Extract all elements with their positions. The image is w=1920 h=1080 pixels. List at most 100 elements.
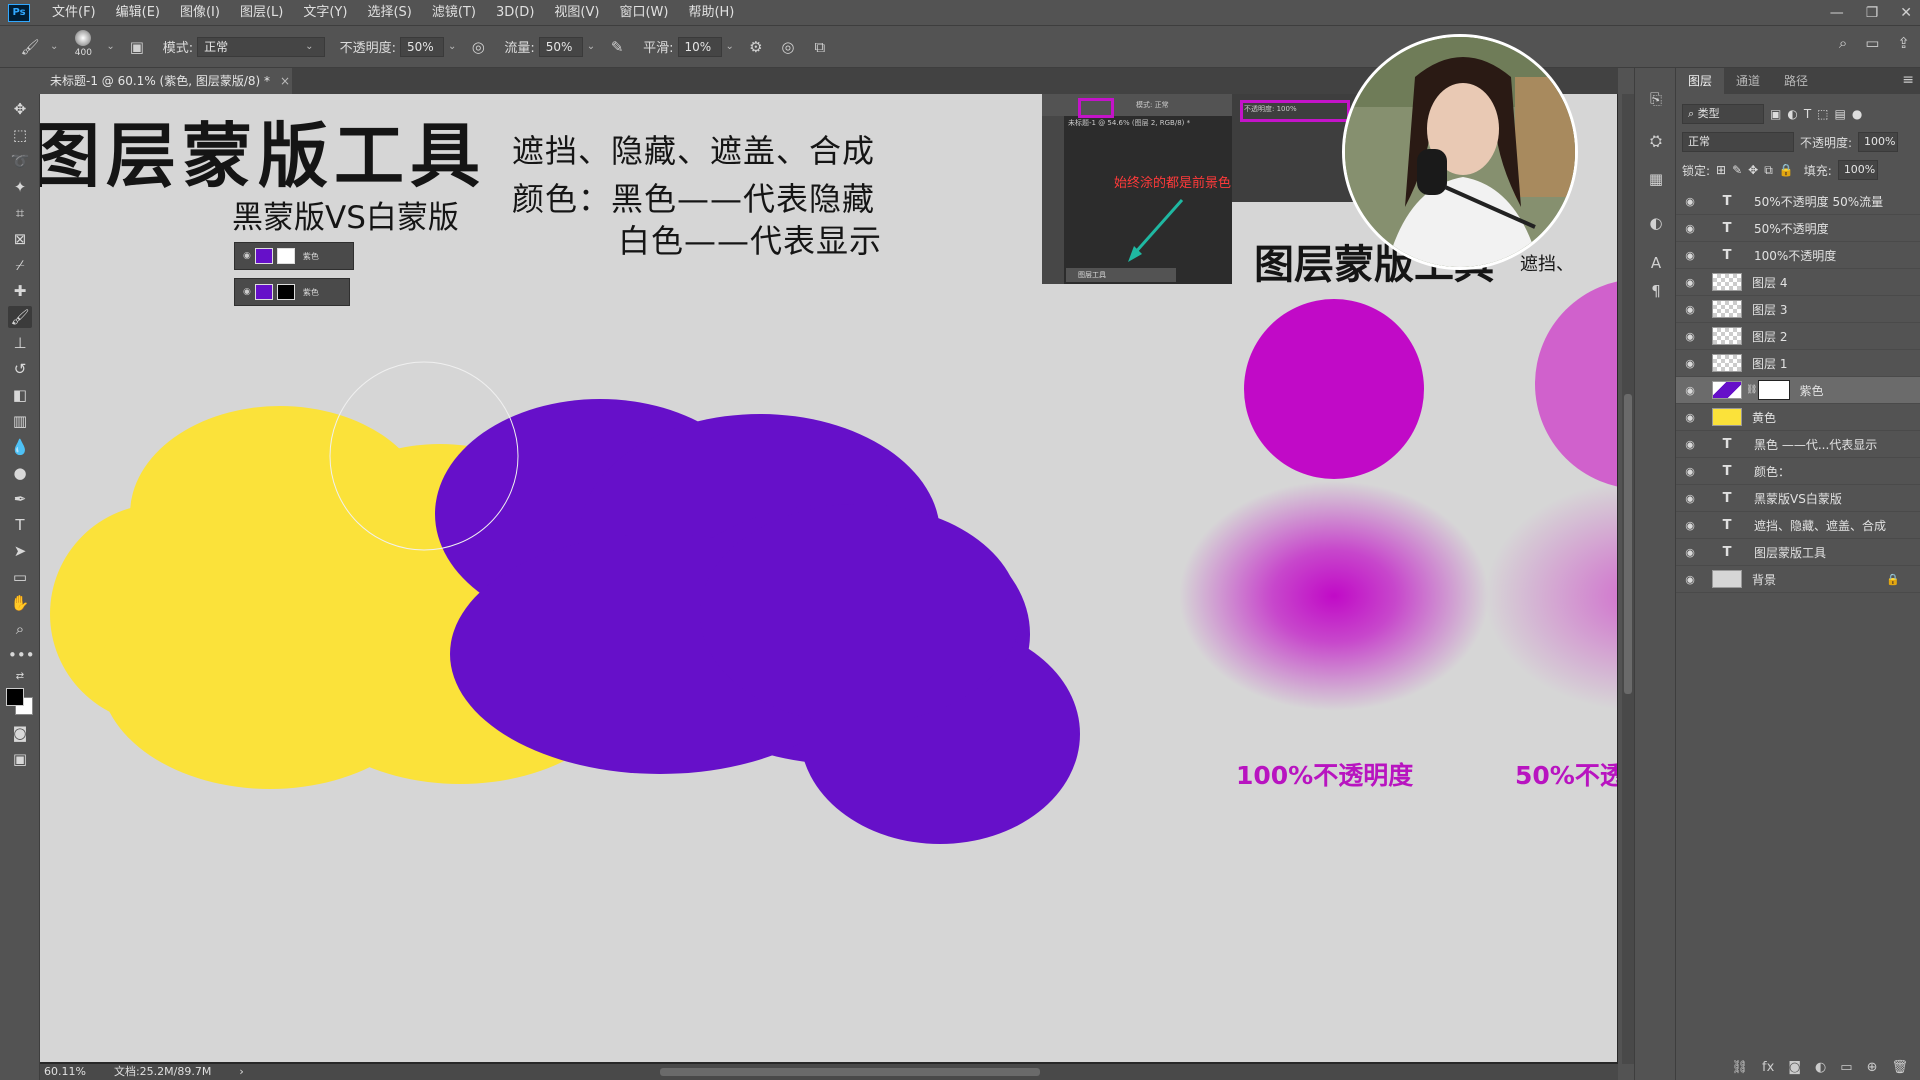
layer-row[interactable]: ◉ ⛓ 紫色	[1676, 377, 1920, 404]
layer-row[interactable]: ◉ T 50%不透明度	[1676, 215, 1920, 242]
visibility-eye-icon[interactable]: ◉	[1676, 195, 1704, 208]
dodge-tool-icon[interactable]: ●	[8, 462, 32, 484]
pressure-opacity-icon[interactable]: ◎	[466, 35, 490, 59]
chevron-down-icon[interactable]: ⌄	[726, 41, 734, 52]
new-group-icon[interactable]: ▭	[1840, 1060, 1852, 1075]
symmetry-icon[interactable]: ⧉	[808, 35, 832, 59]
share-icon[interactable]: ⇪	[1897, 34, 1910, 52]
brush-tool-icon[interactable]: 🖌	[8, 306, 32, 328]
layer-filter-select[interactable]: ⌕ 类型	[1682, 104, 1764, 124]
crop-tool-icon[interactable]: ⌗	[8, 202, 32, 224]
blend-mode-select[interactable]: 正常	[1682, 132, 1794, 152]
layer-row[interactable]: ◉ T 颜色：	[1676, 458, 1920, 485]
visibility-eye-icon[interactable]: ◉	[1676, 303, 1704, 316]
filter-shape-icon[interactable]: ⬚	[1817, 107, 1828, 121]
close-icon[interactable]: ✕	[1900, 5, 1912, 21]
healing-brush-tool-icon[interactable]: ✚	[8, 280, 32, 302]
horizontal-scrollbar[interactable]	[280, 1064, 1618, 1080]
flow-field[interactable]: 50%	[538, 36, 583, 57]
move-tool-icon[interactable]: ✥	[8, 98, 32, 120]
zoom-tool-icon[interactable]: ⌕	[8, 618, 32, 640]
layer-row[interactable]: ◉ 背景 🔒	[1676, 566, 1920, 593]
search-icon[interactable]: ⌕	[1839, 34, 1847, 52]
layer-row[interactable]: ◉ 图层 2	[1676, 323, 1920, 350]
airbrush-icon[interactable]: ✎	[605, 35, 629, 59]
filter-smart-icon[interactable]: ▤	[1835, 107, 1846, 121]
visibility-eye-icon[interactable]: ◉	[1676, 384, 1704, 397]
menu-image[interactable]: 图像(I)	[170, 0, 230, 26]
vertical-scrollbar[interactable]	[1622, 94, 1634, 1064]
filter-toggle-icon[interactable]: ●	[1852, 107, 1862, 121]
menu-window[interactable]: 窗口(W)	[609, 0, 678, 26]
visibility-eye-icon[interactable]: ◉	[1676, 357, 1704, 370]
clone-stamp-tool-icon[interactable]: ⊥	[8, 332, 32, 354]
visibility-eye-icon[interactable]: ◉	[1676, 519, 1704, 532]
tab-channels[interactable]: 通道	[1724, 68, 1772, 94]
layer-opacity-field[interactable]: 100%	[1858, 132, 1899, 152]
paragraph-panel-icon[interactable]: ¶	[1645, 280, 1667, 302]
type-tool-icon[interactable]: T	[8, 514, 32, 536]
history-brush-tool-icon[interactable]: ↺	[8, 358, 32, 380]
vertical-scroll-thumb[interactable]	[1624, 394, 1632, 694]
lock-position-icon[interactable]: ✥	[1748, 163, 1758, 177]
brush-settings-icon[interactable]: ▣	[125, 35, 149, 59]
eyedropper-tool-icon[interactable]: ⌿	[8, 254, 32, 276]
chevron-down-icon[interactable]: ⌄	[106, 41, 114, 52]
document-tab[interactable]: 未标题-1 @ 60.1% (紫色, 图层蒙版/8) * ×	[40, 68, 292, 94]
lasso-tool-icon[interactable]: ➰	[8, 150, 32, 172]
restore-icon[interactable]: ❐	[1866, 5, 1879, 21]
3d-panel-icon[interactable]: ⛭	[1645, 130, 1667, 152]
foreground-color-swatch[interactable]	[6, 688, 24, 706]
visibility-eye-icon[interactable]: ◉	[1676, 411, 1704, 424]
visibility-eye-icon[interactable]: ◉	[1676, 465, 1704, 478]
adjustment-layer-icon[interactable]: ◐	[1815, 1060, 1826, 1075]
history-panel-icon[interactable]: ⎘	[1645, 88, 1667, 110]
layer-fill-field[interactable]: 100%	[1837, 160, 1878, 180]
lock-pixels-icon[interactable]: ✎	[1732, 163, 1742, 177]
layer-row[interactable]: ◉ T 50%不透明度 50%流量	[1676, 188, 1920, 215]
menu-type[interactable]: 文字(Y)	[293, 0, 357, 26]
horizontal-scroll-thumb[interactable]	[660, 1068, 1040, 1076]
menu-select[interactable]: 选择(S)	[357, 0, 421, 26]
quick-mask-icon[interactable]: ◙	[8, 722, 32, 744]
smoothing-field[interactable]: 10%	[677, 36, 722, 57]
menu-3d[interactable]: 3D(D)	[486, 0, 544, 26]
magic-wand-tool-icon[interactable]: ✦	[8, 176, 32, 198]
more-tools-icon[interactable]: •••	[8, 644, 35, 666]
visibility-eye-icon[interactable]: ◉	[1676, 249, 1704, 262]
lock-artboard-icon[interactable]: ⧉	[1764, 163, 1773, 178]
tab-layers[interactable]: 图层	[1676, 68, 1725, 94]
visibility-eye-icon[interactable]: ◉	[1676, 546, 1704, 559]
close-tab-icon[interactable]: ×	[280, 74, 290, 88]
screen-mode-icon[interactable]: ▣	[8, 748, 32, 770]
lock-transparent-icon[interactable]: ⊞	[1716, 163, 1726, 177]
menu-filter[interactable]: 滤镜(T)	[422, 0, 486, 26]
minimize-icon[interactable]: —	[1830, 5, 1844, 21]
rectangle-tool-icon[interactable]: ▭	[8, 566, 32, 588]
layer-style-icon[interactable]: fx	[1762, 1060, 1774, 1075]
brush-preset-picker[interactable]: 400	[68, 29, 98, 64]
filter-type-icon[interactable]: T	[1804, 107, 1811, 121]
menu-edit[interactable]: 编辑(E)	[106, 0, 170, 26]
menu-help[interactable]: 帮助(H)	[678, 0, 744, 26]
filter-pixel-icon[interactable]: ▣	[1770, 107, 1781, 121]
menu-file[interactable]: 文件(F)	[42, 0, 106, 26]
visibility-eye-icon[interactable]: ◉	[1676, 573, 1704, 586]
eraser-tool-icon[interactable]: ◧	[8, 384, 32, 406]
layer-row[interactable]: ◉ 图层 4	[1676, 269, 1920, 296]
zoom-level[interactable]: 60.11%	[44, 1064, 86, 1080]
layer-row[interactable]: ◉ T 图层蒙版工具	[1676, 539, 1920, 566]
swap-colors-icon[interactable]: ⇄	[8, 666, 32, 688]
layer-row[interactable]: ◉ T 黑蒙版VS白蒙版	[1676, 485, 1920, 512]
pen-tool-icon[interactable]: ✒	[8, 488, 32, 510]
character-panel-icon[interactable]: A	[1645, 252, 1667, 274]
menu-view[interactable]: 视图(V)	[544, 0, 609, 26]
add-mask-icon[interactable]: ◙	[1788, 1060, 1801, 1075]
hand-tool-icon[interactable]: ✋	[8, 592, 32, 614]
chevron-right-icon[interactable]: ›	[239, 1064, 243, 1080]
gear-icon[interactable]: ⚙	[744, 35, 768, 59]
visibility-eye-icon[interactable]: ◉	[1676, 330, 1704, 343]
new-layer-icon[interactable]: ⊕	[1867, 1060, 1878, 1075]
chevron-down-icon[interactable]: ⌄	[448, 41, 456, 52]
chevron-down-icon[interactable]: ⌄	[587, 41, 595, 52]
